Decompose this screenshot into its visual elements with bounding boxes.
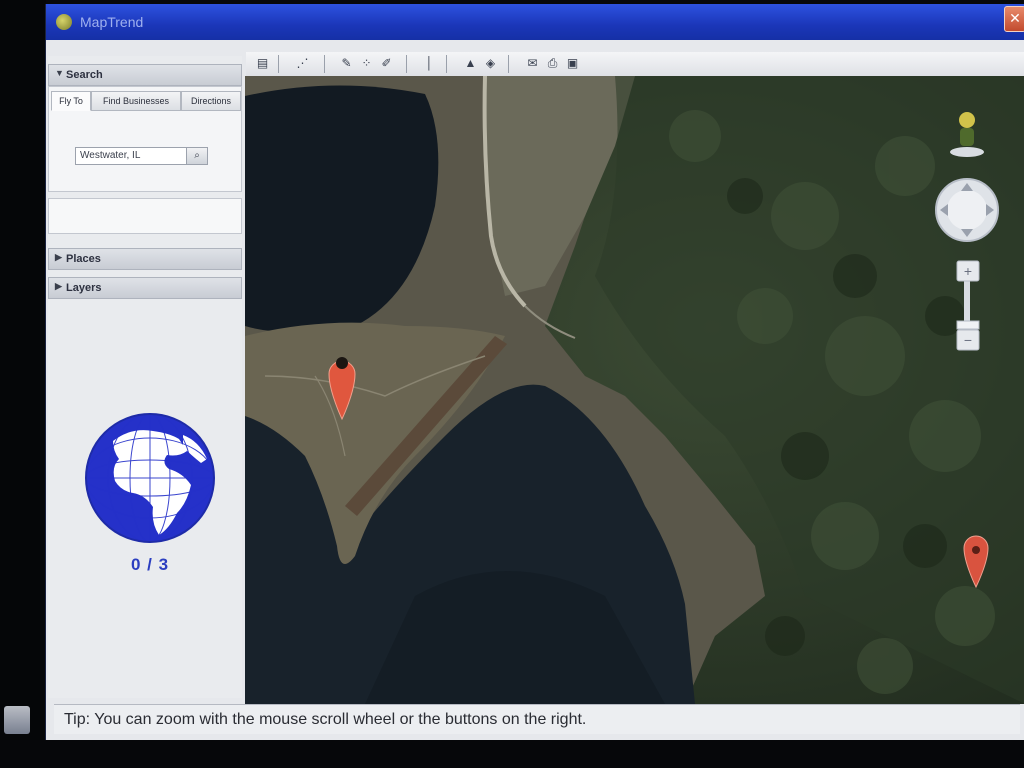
progress-counter: 0 / 3 [130, 555, 170, 574]
route-icon[interactable]: ⋰ [294, 55, 311, 72]
close-button[interactable]: ✕ [1004, 6, 1024, 32]
collapse-triangle-icon: ▼ [55, 68, 64, 78]
magnifier-icon: ⌕ [194, 150, 200, 161]
toolbar-divider [324, 55, 325, 73]
search-panel-header[interactable]: ▼ Search [48, 64, 242, 86]
places-header-label: Places [66, 253, 101, 265]
globe-progress-icon [85, 413, 215, 543]
save-image-icon[interactable]: ▣ [564, 55, 581, 72]
measure-icon[interactable]: ✐ [378, 55, 395, 72]
window-title: MapTrend [80, 14, 144, 30]
app-window: MapTrend ✕ ▤ ⋰ ✎ ⁘ ✐ │ ▲ ◈ ✉ ⎙ ▣ ▼ Searc… [45, 4, 1024, 740]
layers-panel-header[interactable]: ▶ Layers [48, 277, 242, 299]
svg-text:−: − [964, 332, 972, 348]
places-panel-header[interactable]: ▶ Places [48, 248, 242, 270]
tab-find-businesses[interactable]: Find Businesses [91, 91, 181, 111]
search-results-area[interactable] [48, 198, 242, 234]
terrain-view-icon[interactable]: ▲ [462, 55, 479, 72]
zoom-in-button[interactable]: + [956, 260, 980, 282]
tab-fly-to[interactable]: Fly To [51, 91, 91, 111]
svg-text:+: + [964, 263, 972, 279]
hybrid-view-icon[interactable]: ◈ [482, 55, 499, 72]
sidebar-toggle-icon[interactable]: ▤ [254, 55, 271, 72]
layers-header-label: Layers [66, 282, 102, 294]
zoom-out-button[interactable]: − [956, 329, 980, 351]
title-bar[interactable]: MapTrend ✕ [46, 4, 1024, 40]
app-logo-icon [56, 14, 72, 30]
tip-text: Tip: You can zoom with the mouse scroll … [64, 711, 587, 728]
desktop-taskbar-area [0, 740, 1024, 768]
print-icon[interactable]: ⎙ [544, 55, 561, 72]
map-imagery [245, 76, 1024, 704]
satellite-map[interactable]: + − [245, 76, 1024, 704]
toolbar-divider [278, 55, 279, 73]
search-panel: Fly To Find Businesses Directions Westwa… [48, 86, 242, 192]
draw-polygon-icon[interactable]: ✎ [338, 55, 355, 72]
left-sidebar: ▼ Search Fly To Find Businesses Directio… [48, 56, 242, 698]
pan-control[interactable] [935, 178, 999, 242]
expand-triangle-icon: ▶ [55, 281, 62, 291]
toolbar-divider [446, 55, 447, 73]
toolbar-divider [406, 55, 407, 73]
ruler-icon[interactable]: │ [421, 55, 438, 72]
email-icon[interactable]: ✉ [524, 55, 541, 72]
map-toolbar: ▤ ⋰ ✎ ⁘ ✐ │ ▲ ◈ ✉ ⎙ ▣ [246, 52, 1024, 77]
toolbar-divider [508, 55, 509, 73]
desktop-shortcut-icon[interactable] [4, 706, 30, 734]
search-header-label: Search [66, 69, 103, 81]
desktop-background [0, 0, 46, 768]
status-bar: Tip: You can zoom with the mouse scroll … [54, 704, 1020, 734]
expand-triangle-icon: ▶ [55, 252, 62, 262]
search-button[interactable]: ⌕ [186, 147, 208, 165]
tab-directions[interactable]: Directions [181, 91, 241, 111]
add-placemark-icon[interactable]: ⁘ [358, 55, 375, 72]
